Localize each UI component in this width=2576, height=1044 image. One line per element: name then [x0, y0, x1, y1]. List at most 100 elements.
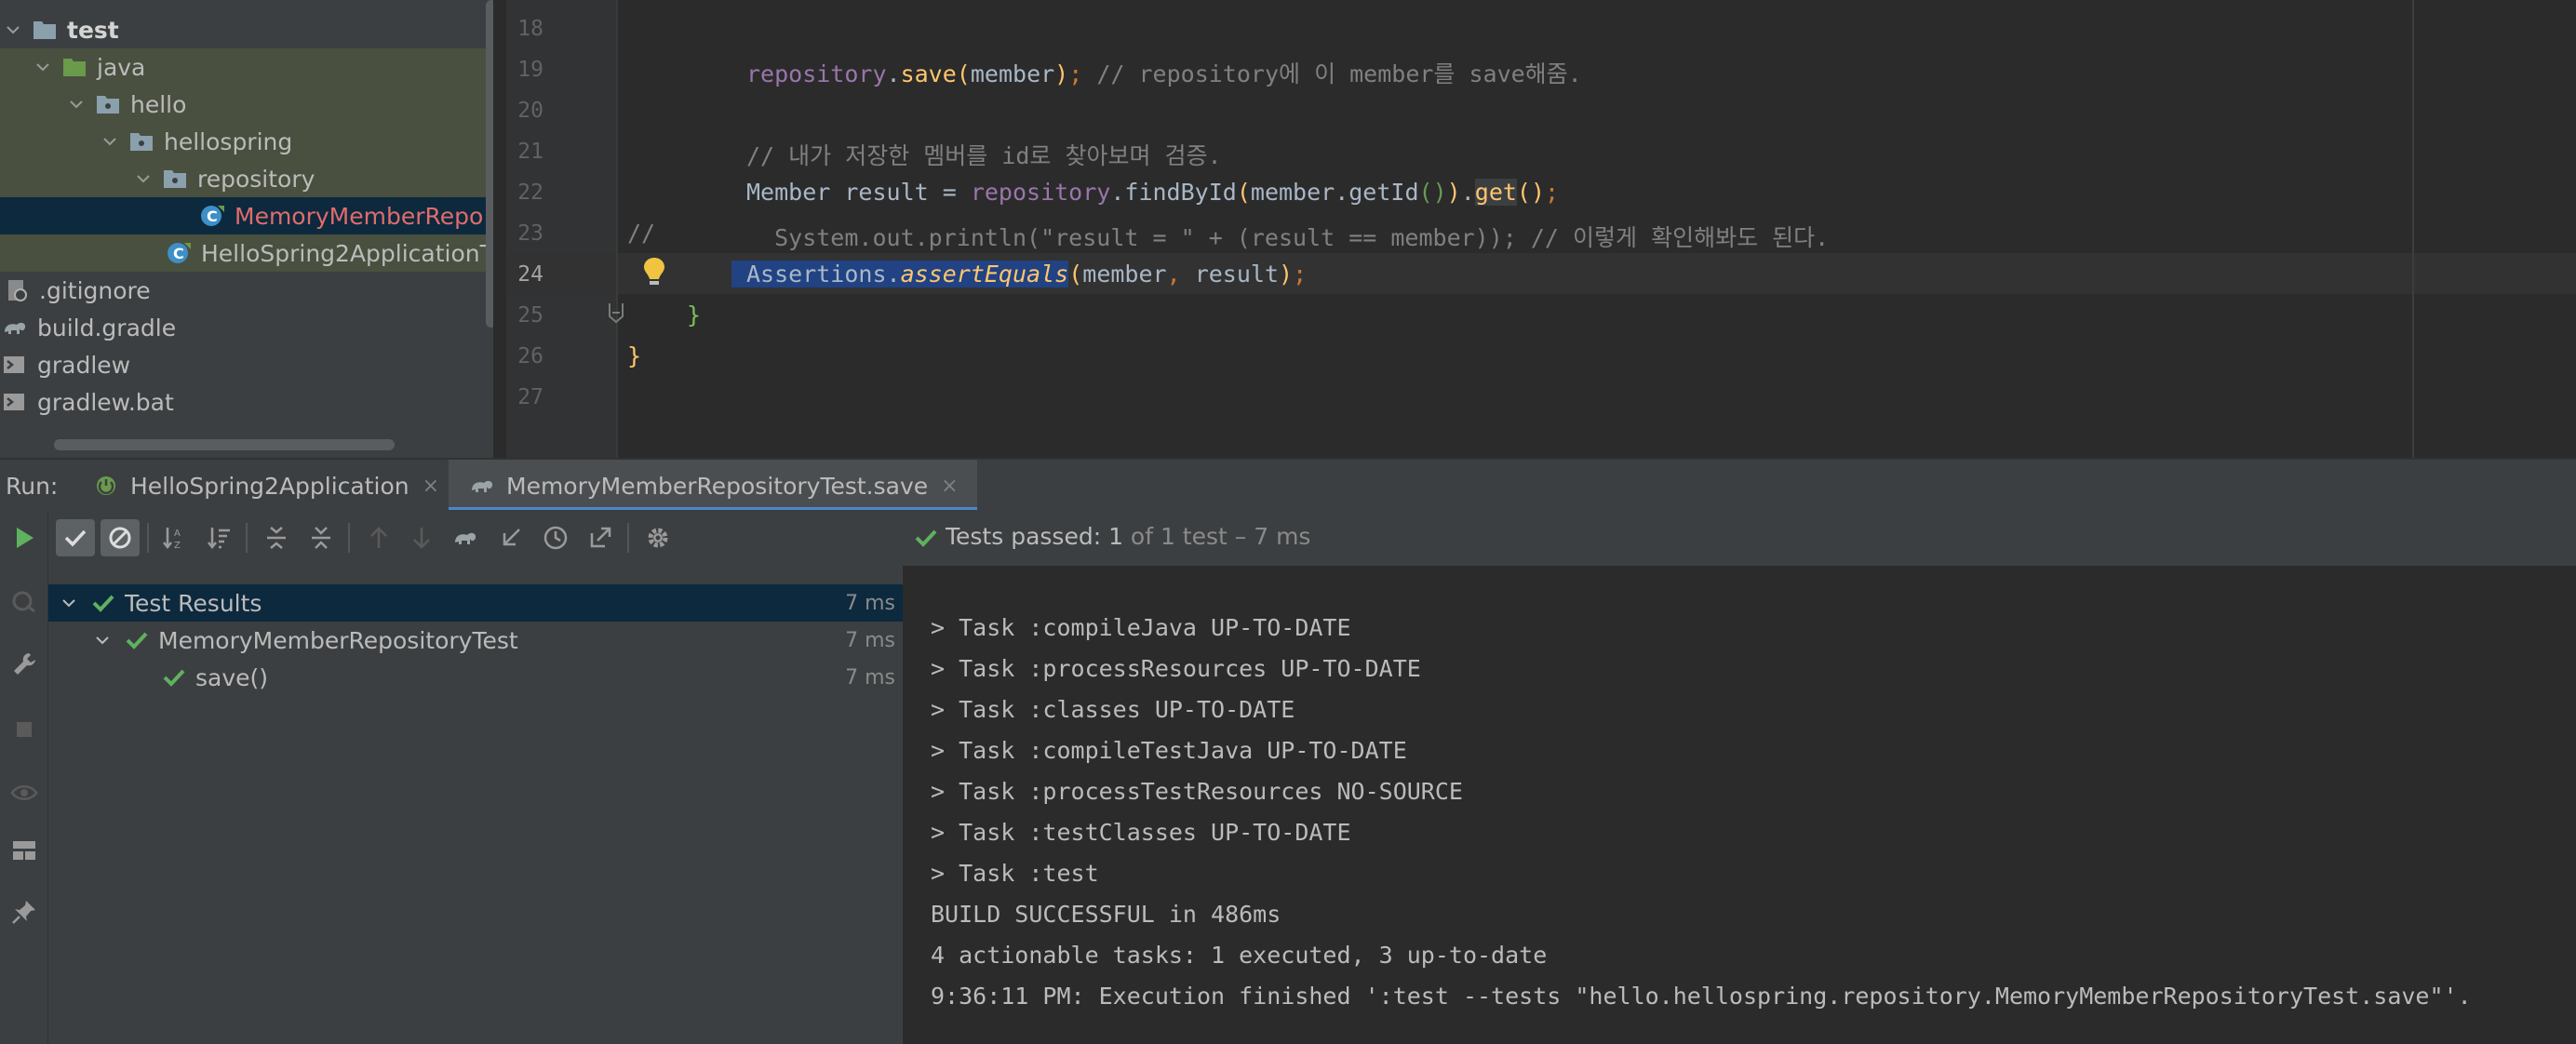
code-line-19[interactable]: repository.save(member); // repository에 …	[746, 56, 1582, 89]
code-line-23[interactable]: System.out.println("result = " + (result…	[746, 220, 1829, 253]
close-icon[interactable]: ×	[423, 475, 439, 498]
toolbar-separator	[246, 523, 248, 553]
tree-item-label: test	[67, 16, 119, 44]
line-number: 22	[517, 181, 543, 205]
rerun-failed-icon	[7, 584, 41, 618]
gradle-icon	[2, 315, 28, 340]
tree-item-java[interactable]: java	[0, 48, 493, 86]
test-duration: 7 ms	[845, 628, 895, 652]
package-icon	[95, 92, 121, 116]
tree-item-gitignore[interactable]: .gitignore	[0, 272, 493, 309]
export-icon	[590, 527, 611, 548]
gradle-tasks-button[interactable]	[447, 519, 486, 556]
wrench-icon[interactable]	[7, 648, 41, 681]
console-line: > Task :test	[931, 860, 1099, 887]
ignore-file-icon	[4, 278, 30, 302]
code-line-24[interactable]: Assertions.assertEquals(member, result);	[731, 261, 1307, 288]
svg-text:C: C	[207, 207, 218, 225]
tree-item-gradlew[interactable]: gradlew	[0, 346, 493, 383]
ignored-icon	[109, 527, 131, 549]
code-line-21[interactable]: // 내가 저장한 멤버를 id로 찾아보며 검증.	[746, 138, 1222, 171]
code-token: repository	[746, 60, 887, 87]
rerun-icon[interactable]	[7, 521, 41, 555]
tests-passed-status: Tests passed: 1 of 1 test – 7 ms	[946, 523, 1310, 550]
tab-hellospring2application[interactable]: HelloSpring2Application ×	[89, 460, 450, 512]
line-number: 20	[517, 99, 543, 123]
code-token: ;	[1068, 60, 1083, 87]
svg-text:Z: Z	[174, 541, 181, 551]
layout-icon[interactable]	[7, 834, 41, 867]
chevron-down-icon[interactable]	[60, 594, 78, 612]
tab-label: MemoryMemberRepositoryTest.save	[506, 472, 929, 500]
tree-item-label: build.gradle	[37, 314, 177, 341]
tree-item-hellospring2applicationtests[interactable]: C HelloSpring2ApplicationT	[0, 234, 493, 272]
status-detail: of 1 test – 7 ms	[1122, 523, 1311, 550]
sort-by-duration-button[interactable]	[199, 519, 238, 556]
code-line-26[interactable]: }	[627, 342, 641, 369]
collapse-all-button[interactable]	[302, 519, 341, 556]
tab-memorymemberrepositorytest-save[interactable]: MemoryMemberRepositoryTest.save ×	[449, 460, 977, 512]
chevron-down-icon[interactable]	[67, 95, 86, 114]
code-token: result	[1180, 261, 1279, 288]
check-icon	[915, 529, 937, 547]
pin-icon[interactable]	[7, 895, 41, 929]
gutter-separator	[616, 0, 618, 458]
code-token: (	[1068, 261, 1083, 288]
code-comment: // repository에 이 member를 save해줌.	[1082, 60, 1582, 87]
line-number: 27	[517, 385, 543, 409]
tree-item-hellospring[interactable]: hellospring	[0, 123, 493, 160]
chevron-down-icon[interactable]	[4, 20, 22, 39]
show-passed-toggle[interactable]	[56, 519, 95, 556]
console-line: > Task :processTestResources NO-SOURCE	[931, 778, 1463, 805]
import-tests-button[interactable]	[491, 519, 530, 556]
code-token: Member result =	[746, 179, 971, 206]
test-duration: 7 ms	[845, 591, 895, 615]
spring-boot-icon	[97, 476, 115, 495]
chevron-down-icon[interactable]	[34, 58, 52, 76]
horizontal-scrollbar[interactable]	[54, 439, 395, 450]
export-results-button[interactable]	[581, 519, 620, 556]
test-history-button[interactable]	[536, 519, 575, 556]
import-icon	[503, 529, 520, 546]
tree-item-label: .gitignore	[39, 276, 151, 304]
fold-marker-icon[interactable]	[607, 301, 625, 324]
code-token: member	[970, 60, 1055, 87]
code-token: .	[886, 60, 901, 87]
chevron-down-icon[interactable]	[134, 169, 153, 188]
code-token: (	[956, 60, 971, 87]
chevron-down-icon[interactable]	[101, 132, 119, 151]
tree-item-test[interactable]: test	[0, 11, 493, 48]
arrow-down-icon	[413, 528, 430, 549]
lightbulb-icon[interactable]	[640, 255, 668, 288]
tree-item-memorymemberrepositorytest[interactable]: C MemoryMemberRepo	[0, 197, 493, 234]
code-line-25[interactable]: }	[687, 301, 701, 328]
tree-item-gradlew-bat[interactable]: gradlew.bat	[0, 383, 493, 421]
settings-button[interactable]	[638, 519, 678, 556]
tree-item-label: gradlew.bat	[37, 388, 174, 416]
chevron-down-icon[interactable]	[93, 631, 112, 649]
code-token: ;	[1293, 261, 1308, 288]
code-token: (	[1236, 179, 1251, 206]
toolbar-separator	[147, 523, 149, 553]
right-margin-guide	[2412, 0, 2414, 458]
test-method-node[interactable]: save() 7 ms	[48, 659, 905, 696]
show-ignored-toggle[interactable]	[101, 519, 140, 556]
tree-item-build-gradle[interactable]: build.gradle	[0, 309, 493, 346]
code-token: ;	[1545, 179, 1560, 206]
console-line: > Task :classes UP-TO-DATE	[931, 696, 1295, 723]
tree-item-hello[interactable]: hello	[0, 86, 493, 123]
sort-alphabetically-button[interactable]: AZ	[154, 519, 194, 556]
code-line-22[interactable]: Member result = repository.findById(memb…	[746, 179, 1559, 206]
code-token: findById	[1124, 179, 1237, 206]
close-icon[interactable]: ×	[941, 475, 958, 498]
test-class-node[interactable]: MemoryMemberRepositoryTest 7 ms	[48, 622, 905, 659]
code-token: assertEquals	[900, 261, 1069, 288]
expand-all-button[interactable]	[257, 519, 296, 556]
package-icon	[162, 167, 188, 191]
console-output[interactable]: > Task :compileJava UP-TO-DATE > Task :p…	[908, 566, 2576, 1044]
tree-item-repository[interactable]: repository	[0, 160, 493, 197]
vertical-scrollbar[interactable]	[486, 0, 493, 328]
check-icon	[162, 666, 186, 689]
test-results-root[interactable]: Test Results 7 ms	[48, 584, 905, 622]
code-token: (	[1418, 179, 1433, 206]
